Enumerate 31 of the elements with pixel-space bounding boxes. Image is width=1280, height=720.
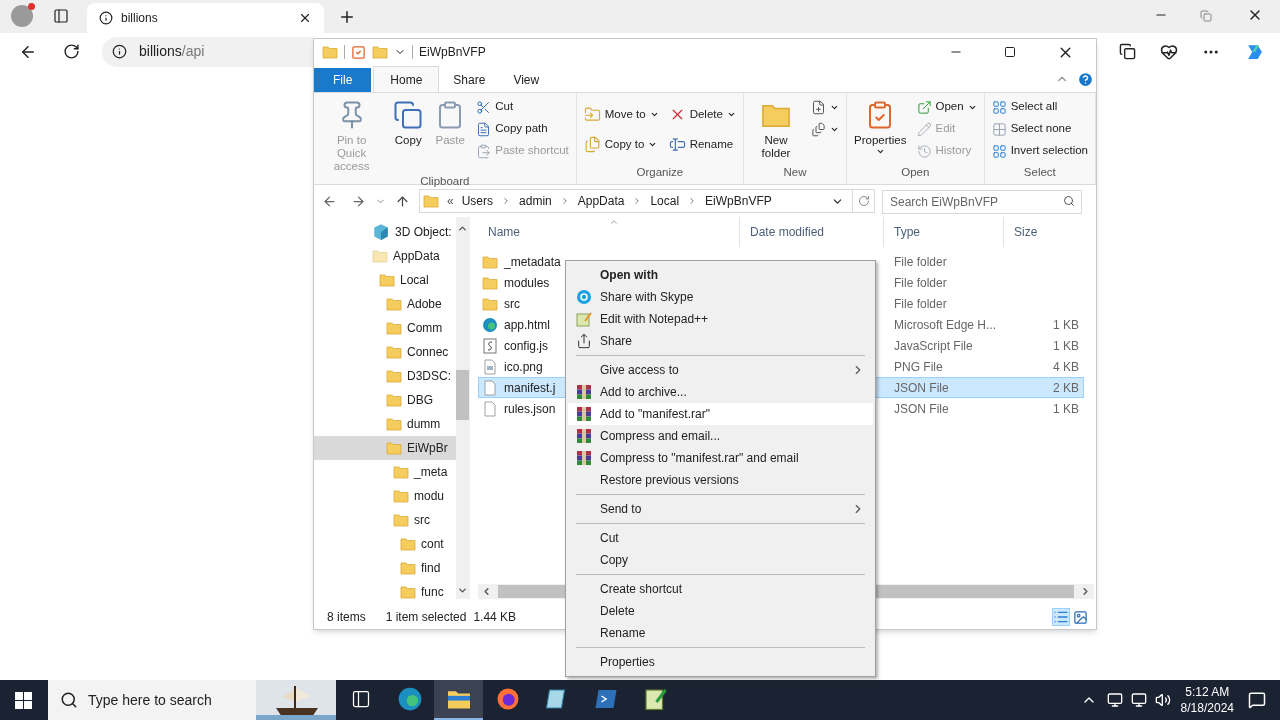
item-count: 8 items bbox=[327, 609, 366, 626]
group-label: New bbox=[782, 164, 808, 180]
file-type: JavaScript File bbox=[893, 337, 974, 355]
file-type: File folder bbox=[893, 253, 948, 271]
file-name: modules bbox=[504, 274, 550, 292]
file-size: 1 KB bbox=[1052, 316, 1079, 334]
group-label: Clipboard bbox=[419, 174, 471, 189]
group-label: Organize bbox=[635, 164, 685, 180]
window-title: EiWpBnVFP bbox=[419, 44, 487, 61]
file-name: config.js bbox=[504, 337, 549, 355]
file-name: _metadata bbox=[504, 253, 561, 271]
file-size: 2 KB bbox=[1052, 379, 1079, 397]
file-size: 4 KB bbox=[1052, 358, 1079, 376]
file-name: app.html bbox=[504, 316, 551, 334]
file-type: PNG File bbox=[893, 358, 944, 376]
file-type: File folder bbox=[893, 295, 948, 313]
tab-title: billions bbox=[121, 10, 159, 27]
file-type: JSON File bbox=[893, 400, 950, 418]
group-label: Select bbox=[1022, 164, 1057, 180]
file-type: Microsoft Edge H... bbox=[893, 316, 998, 334]
selection-status: 1 item selected bbox=[385, 609, 467, 626]
file-name: ico.png bbox=[504, 358, 543, 376]
file-name: rules.json bbox=[504, 400, 556, 418]
file-type: JSON File bbox=[893, 379, 950, 397]
file-size: 1 KB bbox=[1052, 400, 1079, 418]
selection-size: 1.44 KB bbox=[473, 609, 517, 626]
file-size: 1 KB bbox=[1052, 337, 1079, 355]
file-name: manifest.j bbox=[504, 379, 556, 397]
file-name: src bbox=[504, 295, 520, 313]
group-label: Open bbox=[900, 164, 931, 180]
file-type: File folder bbox=[893, 274, 948, 292]
